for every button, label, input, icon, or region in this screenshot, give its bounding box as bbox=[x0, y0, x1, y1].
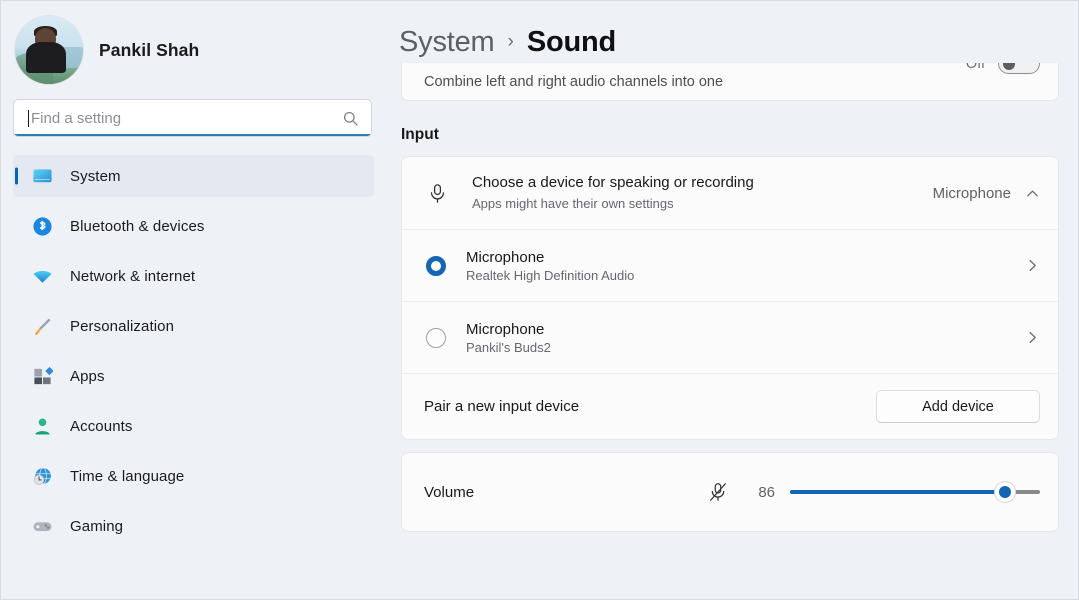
clock-globe-icon bbox=[31, 465, 53, 487]
sidebar-item-label: Network & internet bbox=[70, 268, 195, 285]
choose-device-subtitle: Apps might have their own settings bbox=[472, 196, 933, 213]
settings-window: Pankil Shah Find a setting bbox=[0, 0, 1079, 600]
search-container: Find a setting bbox=[13, 99, 372, 137]
device-radio-unselected[interactable] bbox=[426, 328, 446, 348]
sidebar-nav: System Bluetooth & devices bbox=[1, 155, 386, 547]
sidebar-item-network-internet[interactable]: Network & internet bbox=[13, 255, 374, 297]
sidebar-item-label: System bbox=[70, 168, 121, 185]
device-name: Microphone bbox=[466, 321, 1025, 338]
text-caret bbox=[28, 110, 29, 127]
slider-fill bbox=[790, 490, 1005, 494]
mono-audio-description: Combine left and right audio channels in… bbox=[402, 74, 723, 90]
table-row[interactable]: Microphone Realtek High Definition Audio bbox=[402, 229, 1058, 301]
sidebar-item-label: Bluetooth & devices bbox=[70, 218, 204, 235]
sidebar-item-gaming[interactable]: Gaming bbox=[13, 505, 374, 547]
volume-slider[interactable] bbox=[790, 481, 1040, 503]
apps-grid-icon bbox=[31, 365, 53, 387]
monitor-icon bbox=[31, 165, 53, 187]
person-icon bbox=[31, 415, 53, 437]
input-device-card: Choose a device for speaking or recordin… bbox=[401, 156, 1059, 440]
sidebar-item-time-language[interactable]: Time & language bbox=[13, 455, 374, 497]
device-description: Realtek High Definition Audio bbox=[466, 268, 1025, 283]
gamepad-icon bbox=[31, 515, 53, 537]
volume-row: Volume 86 bbox=[402, 453, 1058, 531]
sidebar-item-label: Apps bbox=[70, 368, 105, 385]
device-texts: Microphone Realtek High Definition Audio bbox=[446, 249, 1025, 283]
pair-device-label: Pair a new input device bbox=[424, 398, 876, 415]
microphone-icon bbox=[424, 182, 450, 205]
breadcrumb-parent[interactable]: System bbox=[399, 26, 495, 59]
choose-device-title: Choose a device for speaking or recordin… bbox=[472, 173, 933, 193]
search-placeholder: Find a setting bbox=[30, 111, 342, 126]
volume-controls: 86 bbox=[707, 481, 1040, 503]
choose-input-device-row[interactable]: Choose a device for speaking or recordin… bbox=[402, 157, 1058, 229]
sidebar: Pankil Shah Find a setting bbox=[1, 1, 386, 599]
bluetooth-icon bbox=[31, 215, 53, 237]
breadcrumb-separator-icon: › bbox=[508, 31, 514, 53]
table-row[interactable]: Microphone Pankil's Buds2 bbox=[402, 301, 1058, 373]
sidebar-item-label: Accounts bbox=[70, 418, 133, 435]
slider-thumb[interactable] bbox=[995, 482, 1015, 502]
input-section-title: Input bbox=[401, 126, 1078, 144]
device-texts: Microphone Pankil's Buds2 bbox=[446, 321, 1025, 355]
chevron-right-icon[interactable] bbox=[1025, 258, 1040, 273]
device-radio-selected[interactable] bbox=[426, 256, 446, 276]
search-input[interactable]: Find a setting bbox=[13, 99, 372, 137]
choose-device-texts: Choose a device for speaking or recordin… bbox=[450, 173, 933, 212]
volume-label: Volume bbox=[424, 484, 707, 501]
search-icon[interactable] bbox=[342, 110, 359, 127]
mono-audio-card[interactable]: Combine left and right audio channels in… bbox=[401, 63, 1059, 101]
microphone-muted-icon[interactable] bbox=[707, 481, 729, 503]
sidebar-item-accounts[interactable]: Accounts bbox=[13, 405, 374, 447]
choose-device-value: Microphone bbox=[933, 185, 1011, 202]
settings-scroll-area[interactable]: Combine left and right audio channels in… bbox=[399, 63, 1078, 532]
device-name: Microphone bbox=[466, 249, 1025, 266]
user-profile[interactable]: Pankil Shah bbox=[1, 1, 386, 83]
page-title: Sound bbox=[527, 26, 616, 59]
profile-name: Pankil Shah bbox=[99, 40, 199, 61]
sidebar-item-apps[interactable]: Apps bbox=[13, 355, 374, 397]
wifi-icon bbox=[31, 265, 53, 287]
sidebar-item-system[interactable]: System bbox=[13, 155, 374, 197]
content-pane: System › Sound Combine left and right au… bbox=[386, 1, 1078, 599]
sidebar-item-personalization[interactable]: Personalization bbox=[13, 305, 374, 347]
sidebar-item-bluetooth-devices[interactable]: Bluetooth & devices bbox=[13, 205, 374, 247]
sidebar-item-label: Gaming bbox=[70, 518, 123, 535]
toggle-state-label: Off bbox=[966, 63, 985, 72]
mono-audio-toggle-group[interactable]: Off bbox=[966, 63, 1040, 74]
chevron-right-icon[interactable] bbox=[1025, 330, 1040, 345]
add-device-button[interactable]: Add device bbox=[876, 390, 1040, 423]
sidebar-item-label: Time & language bbox=[70, 468, 184, 485]
device-description: Pankil's Buds2 bbox=[466, 340, 1025, 355]
paintbrush-icon bbox=[31, 315, 53, 337]
avatar[interactable] bbox=[15, 16, 83, 84]
volume-card: Volume 86 bbox=[401, 452, 1059, 532]
volume-value: 86 bbox=[745, 484, 775, 501]
mono-audio-toggle[interactable] bbox=[998, 63, 1040, 74]
sidebar-item-label: Personalization bbox=[70, 318, 174, 335]
pair-input-device-row: Pair a new input device Add device bbox=[402, 373, 1058, 439]
chevron-up-icon[interactable] bbox=[1025, 186, 1040, 201]
breadcrumb: System › Sound bbox=[399, 1, 1078, 63]
